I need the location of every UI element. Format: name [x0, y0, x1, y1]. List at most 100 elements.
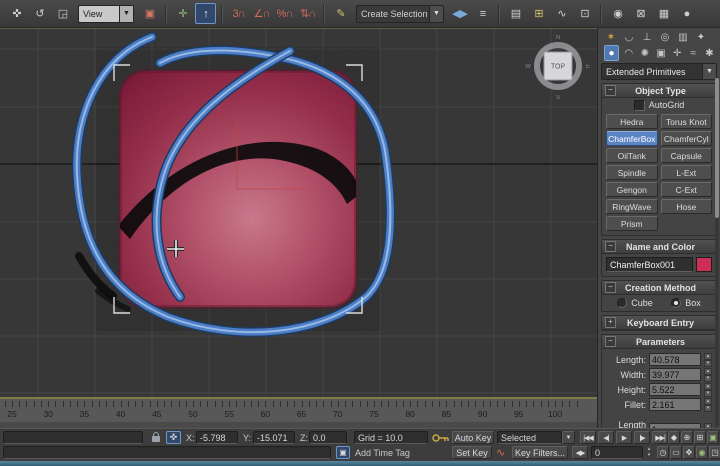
timeline-ruler[interactable]: 253035404550556065707580859095100	[0, 399, 597, 423]
radio-icon[interactable]	[617, 298, 627, 308]
object-type-prism[interactable]: Prism	[606, 216, 658, 231]
rollout-keyboard-entry-header[interactable]: + Keyboard Entry	[602, 316, 716, 330]
object-type-ringwave[interactable]: RingWave	[606, 199, 658, 214]
object-type-torus-knot[interactable]: Torus Knot	[661, 114, 713, 129]
tab-display[interactable]: ▥	[676, 30, 690, 44]
orbit-icon[interactable]: ◉	[696, 446, 708, 459]
collapse-icon[interactable]: −	[605, 85, 616, 96]
time-config-icon[interactable]: ◷	[657, 446, 669, 459]
param-width-field[interactable]: 39.977	[649, 368, 701, 381]
rollout-parameters-header[interactable]: − Parameters	[602, 335, 716, 349]
param-fillet-field[interactable]: 2.161	[649, 398, 701, 411]
set-key-button[interactable]: Set Key	[452, 446, 492, 459]
tab-motion[interactable]: ◎	[658, 30, 672, 44]
x-coord-field[interactable]: -5.798	[196, 431, 238, 444]
collapse-icon[interactable]: −	[605, 336, 616, 347]
collapse-icon[interactable]: −	[605, 241, 616, 252]
rollout-object-type-header[interactable]: − Object Type	[602, 84, 716, 98]
creation-method-cube[interactable]: Cube	[617, 298, 653, 308]
angle-snap-icon[interactable]: ∠∩	[251, 3, 272, 24]
add-time-tag[interactable]: Add Time Tag	[355, 446, 410, 459]
subtab-lights[interactable]: ✺	[638, 46, 651, 60]
key-step-toggle-icon[interactable]: ◀▶	[572, 446, 588, 459]
zoom-icon[interactable]: ⊕	[681, 431, 693, 444]
layer-manager-icon[interactable]: ▤	[505, 3, 526, 24]
go-to-start-button[interactable]: |◀◀	[580, 431, 596, 444]
object-type-capsule[interactable]: Capsule	[661, 148, 713, 163]
isolate-selection-toggle-icon[interactable]: ▣	[336, 446, 350, 459]
subtab-helpers[interactable]: ✛	[671, 46, 684, 60]
creation-method-box[interactable]: Box	[671, 298, 701, 308]
selection-lock-icon[interactable]	[150, 430, 162, 443]
auto-key-button[interactable]: Auto Key	[452, 431, 494, 444]
key-filters-button[interactable]: Key Filters...	[512, 446, 568, 459]
tab-utilities[interactable]: ✦	[694, 30, 708, 44]
track-bar[interactable]: 253035404550556065707580859095100	[0, 399, 597, 428]
frame-spinner[interactable]: ▴▾	[645, 446, 653, 459]
set-keys-curve-icon[interactable]: ∿	[496, 446, 505, 459]
param-length-field[interactable]: 40.578	[649, 353, 701, 366]
spinner-arrows[interactable]: ▴▾	[704, 398, 712, 411]
z-coord-field[interactable]: 0.0	[309, 431, 347, 444]
spinner-arrows[interactable]: ▴▾	[704, 383, 712, 396]
subtab-geometry[interactable]: ●	[604, 45, 619, 61]
object-type-chamfercyl[interactable]: ChamferCyl	[661, 131, 713, 146]
zoom-all-icon[interactable]: ⊞	[694, 431, 706, 444]
edit-named-selection-sets-icon[interactable]: ✎	[330, 3, 351, 24]
autogrid-checkbox[interactable]	[634, 100, 645, 111]
object-type-oiltank[interactable]: OilTank	[606, 148, 658, 163]
key-mode-toggle[interactable]: ◆	[668, 431, 680, 444]
play-button[interactable]: ▶	[616, 431, 632, 444]
object-type-l-ext[interactable]: L-Ext	[661, 165, 713, 180]
viewcube[interactable]: TOP N E S W	[525, 35, 590, 101]
viewport-top[interactable]: TOP N E S W	[0, 28, 597, 397]
collapse-icon[interactable]: −	[605, 282, 616, 293]
object-color-swatch[interactable]	[696, 257, 712, 272]
current-frame-field[interactable]: 0	[591, 446, 643, 459]
object-type-spindle[interactable]: Spindle	[606, 165, 658, 180]
tab-hierarchy[interactable]: ⊥	[640, 30, 654, 44]
next-frame-button[interactable]: |▶	[634, 431, 650, 444]
rollout-name-color-header[interactable]: − Name and Color	[602, 240, 716, 254]
object-name-field[interactable]: ChamferBox001	[606, 257, 693, 272]
select-and-manipulate-icon[interactable]: ✛	[172, 3, 193, 24]
use-pivot-center-icon[interactable]: ▣	[139, 3, 160, 24]
rollout-creation-method-header[interactable]: − Creation Method	[602, 281, 716, 295]
param-height-field[interactable]: 5.522	[649, 383, 701, 396]
mirror-icon[interactable]: ◀▶	[449, 3, 470, 24]
reference-coordsys-dropdown[interactable]: View ▼	[78, 5, 134, 23]
spinner-arrows[interactable]: ▴▾	[704, 353, 712, 366]
rendered-frame-icon[interactable]: ▦	[653, 3, 674, 24]
object-type-hedra[interactable]: Hedra	[606, 114, 658, 129]
select-and-move-icon[interactable]: ✜	[6, 3, 27, 24]
radio-icon[interactable]	[671, 298, 681, 308]
zoom-extents-icon[interactable]: ▣	[707, 431, 719, 444]
maximize-viewport-icon[interactable]: ◳	[709, 446, 720, 459]
curve-editor-icon[interactable]: ∿	[551, 3, 572, 24]
tab-create[interactable]: ✶	[604, 30, 618, 44]
schematic-view-icon[interactable]: ⊡	[574, 3, 595, 24]
named-selection-dropdown[interactable]: Create Selection Se ▼	[356, 5, 444, 23]
subtab-systems[interactable]: ✱	[703, 46, 716, 60]
percent-snap-icon[interactable]: %∩	[274, 3, 295, 24]
selected-dropdown[interactable]: Selected ▼	[497, 431, 575, 444]
subtab-cameras[interactable]: ▣	[654, 46, 667, 60]
absolute-offset-toggle-icon[interactable]: ✜	[166, 431, 181, 444]
keyboard-override-icon[interactable]: ↑	[195, 3, 216, 24]
spinner-arrows[interactable]: ▴▾	[704, 368, 712, 381]
pan-icon[interactable]: ✥	[683, 446, 695, 459]
material-editor-icon[interactable]: ◉	[607, 3, 628, 24]
object-type-hose[interactable]: Hose	[661, 199, 713, 214]
select-and-scale-icon[interactable]: ◲	[52, 3, 73, 24]
object-type-gengon[interactable]: Gengon	[606, 182, 658, 197]
subtab-space-warps[interactable]: ≈	[687, 46, 700, 60]
object-type-c-ext[interactable]: C-Ext	[661, 182, 713, 197]
tab-modify[interactable]: ◡	[622, 30, 636, 44]
panel-scrollbar[interactable]	[715, 78, 719, 426]
spinner-snap-icon[interactable]: ⇅∩	[297, 3, 318, 24]
previous-frame-button[interactable]: ◀|	[598, 431, 614, 444]
snaps-toggle-icon[interactable]: 3∩	[228, 3, 249, 24]
y-coord-field[interactable]: -15.071	[253, 431, 295, 444]
object-type-chamferbox[interactable]: ChamferBox	[606, 131, 658, 146]
align-icon[interactable]: ≡	[472, 3, 493, 24]
